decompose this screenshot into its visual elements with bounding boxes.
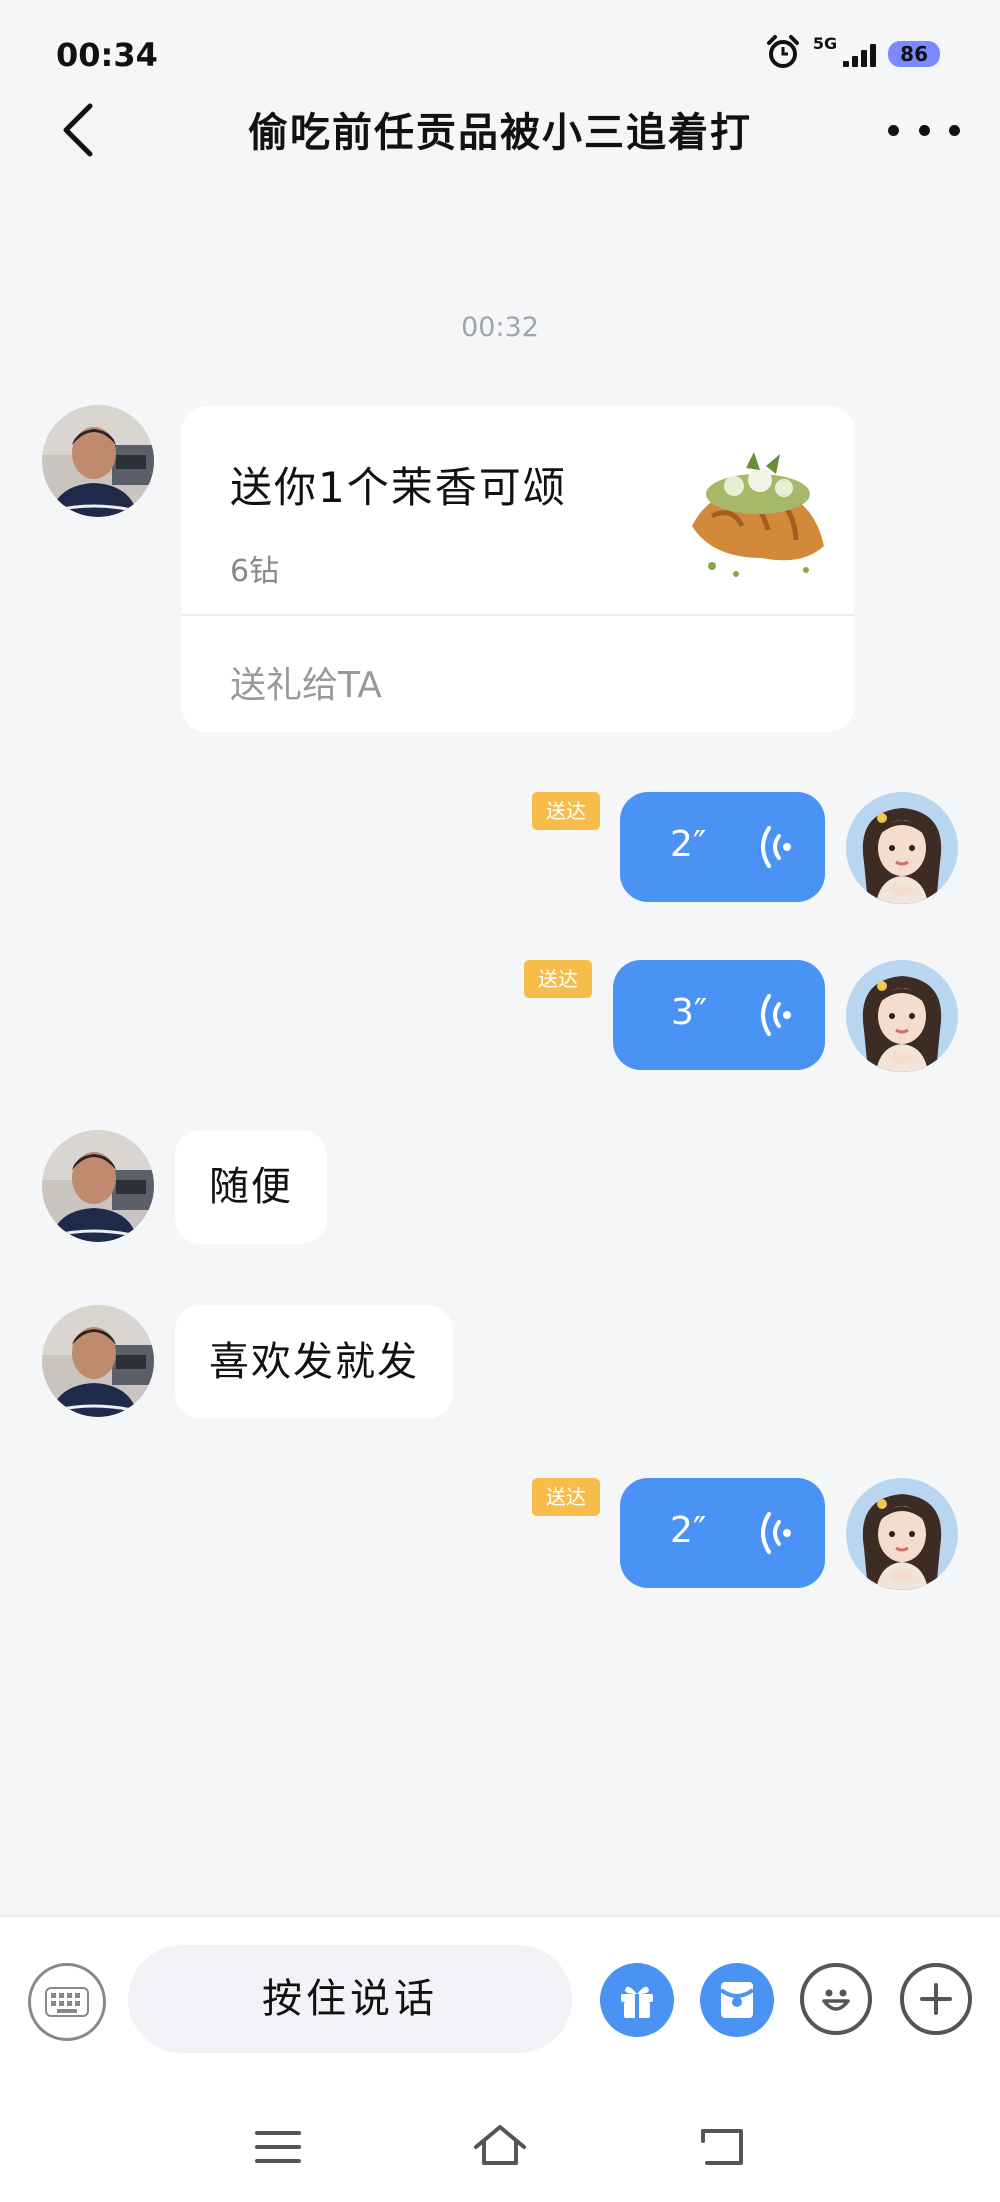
red-packet-icon[interactable] (700, 1963, 774, 2037)
network-label: 5G (812, 34, 838, 53)
delivered-badge: 送达 (532, 792, 600, 830)
contact-avatar[interactable] (42, 1305, 154, 1417)
more-options-button[interactable] (888, 110, 960, 150)
dot (888, 124, 899, 136)
gift-title: 送你1个茉香可颂 (230, 463, 567, 512)
voice-wave-icon (761, 1512, 791, 1554)
input-bar: 按住说话 (0, 1915, 1000, 2202)
my-avatar[interactable] (846, 960, 958, 1072)
delivered-badge: 送达 (524, 960, 592, 998)
status-time: 00:34 (56, 36, 158, 74)
gift-message-card[interactable]: 送你1个茉香可颂 6钻 送礼给TA (182, 406, 854, 732)
signal-icon (843, 41, 877, 67)
voice-message-bubble[interactable]: 2″ (620, 1478, 825, 1588)
text-message-bubble[interactable]: 随便 (175, 1130, 327, 1244)
contact-avatar[interactable] (42, 1130, 154, 1242)
dot (949, 124, 960, 136)
delivered-badge: 送达 (532, 1478, 600, 1516)
menu-icon[interactable] (248, 2117, 308, 2177)
status-indicators: 5G 86 (765, 34, 940, 74)
plus-icon[interactable] (900, 1963, 972, 2035)
back-nav-icon[interactable] (692, 2117, 752, 2177)
hold-to-talk-button[interactable]: 按住说话 (128, 1945, 572, 2053)
alarm-icon (765, 34, 801, 74)
voice-message-bubble[interactable]: 2″ (620, 792, 825, 902)
text-message-bubble[interactable]: 喜欢发就发 (175, 1305, 453, 1419)
croissant-gift-image (682, 446, 832, 586)
message-timestamp: 00:32 (461, 312, 539, 343)
my-avatar[interactable] (846, 1478, 958, 1590)
voice-duration: 2″ (670, 1510, 707, 1551)
keyboard-icon[interactable] (28, 1963, 106, 2041)
my-avatar[interactable] (846, 792, 958, 904)
gift-divider (182, 614, 854, 616)
gift-price: 6钻 (230, 554, 280, 589)
voice-duration: 3″ (671, 992, 708, 1033)
dot (918, 124, 930, 136)
contact-avatar[interactable] (42, 405, 154, 517)
voice-wave-icon (761, 826, 791, 868)
voice-duration: 2″ (670, 824, 707, 865)
gift-icon[interactable] (600, 1963, 674, 2037)
home-icon[interactable] (470, 2115, 530, 2175)
voice-wave-icon (761, 994, 791, 1036)
battery-badge: 86 (888, 41, 940, 67)
page-title: 偷吃前任贡品被小三追着打 (248, 110, 752, 156)
voice-message-bubble[interactable]: 3″ (613, 960, 825, 1070)
emoji-icon[interactable] (800, 1963, 872, 2035)
send-gift-link[interactable]: 送礼给TA (230, 656, 382, 708)
